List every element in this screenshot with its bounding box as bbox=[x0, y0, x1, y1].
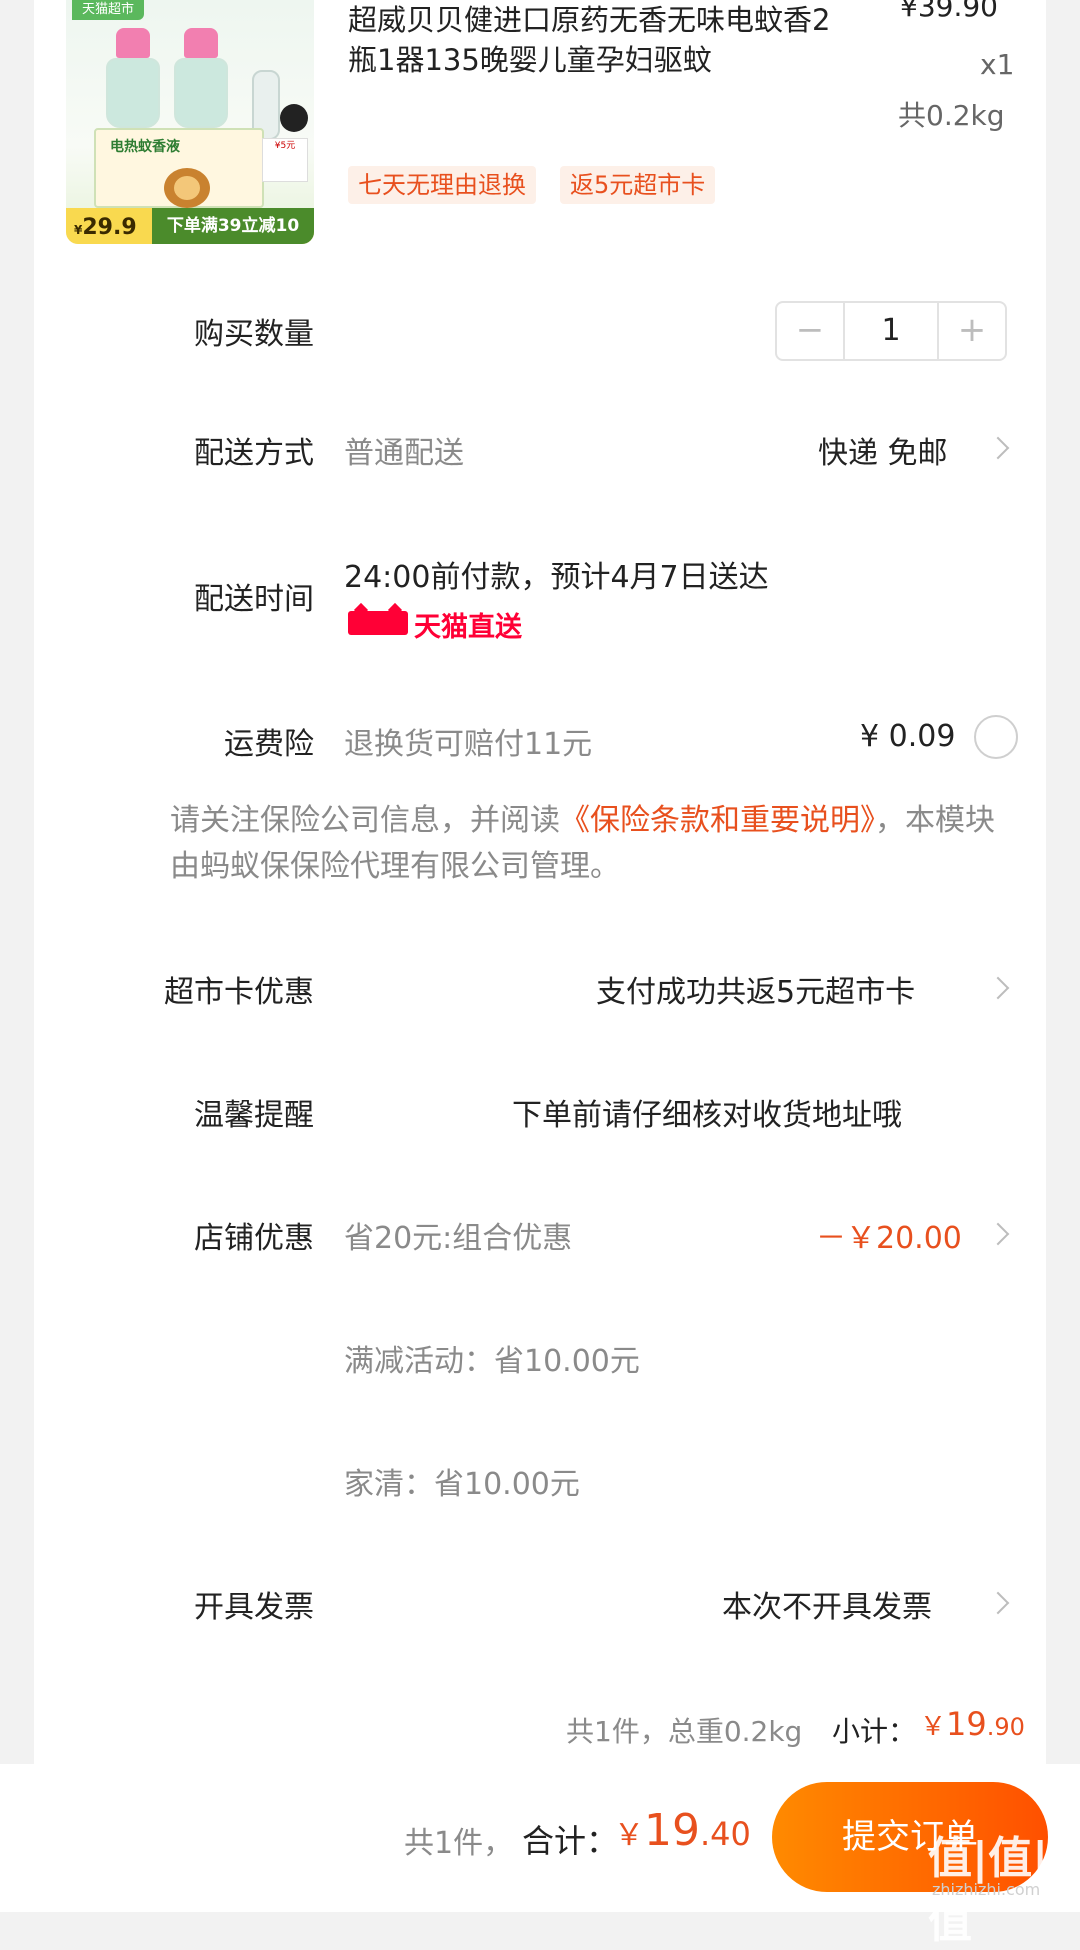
product-title[interactable]: 超威贝贝健进口原药无香无味电蚊香2瓶1器135晚婴儿童孕妇驱蚊 bbox=[348, 0, 848, 80]
tmall-direct-text: 天猫直送 bbox=[414, 612, 522, 643]
return-policy-tag: 七天无理由退换 bbox=[348, 166, 536, 204]
quantity-stepper: − 1 + bbox=[775, 301, 1007, 361]
quantity-input[interactable]: 1 bbox=[843, 303, 939, 359]
delivery-method-label: 配送方式 bbox=[194, 436, 314, 471]
discount-detail: 家清：省10.00元 bbox=[344, 1467, 580, 1502]
promo-bar: ¥29.9 下单满39立减10 bbox=[66, 208, 314, 244]
footer-count: 共1件， bbox=[404, 1826, 514, 1861]
order-summary: 共1件，总重0.2kg bbox=[566, 1715, 803, 1748]
product-price: ¥39.90 bbox=[900, 0, 998, 23]
insurance-terms-link[interactable]: 《保险条款和重要说明》 bbox=[560, 803, 875, 838]
watermark-url: zhizhizhi.com bbox=[932, 1880, 1041, 1899]
bottle-image bbox=[174, 58, 228, 128]
product-box-text: 电热蚊香液 bbox=[110, 139, 180, 155]
promo-price: ¥29.9 bbox=[74, 215, 137, 240]
shipping-insurance-value: 退换货可赔付11元 bbox=[344, 727, 593, 762]
supermarket-card-value[interactable]: 支付成功共返5元超市卡 bbox=[596, 967, 915, 1011]
insurance-notice: 请关注保险公司信息，并阅读《保险条款和重要说明》，本模块由蚂蚁保保险代理有限公司… bbox=[170, 803, 995, 884]
promo-text: 下单满39立减10 bbox=[152, 208, 314, 244]
reminder-label: 温馨提醒 bbox=[194, 1098, 314, 1133]
delivery-method-value: 普通配送 bbox=[344, 436, 464, 471]
bottle-cap-image bbox=[116, 28, 150, 58]
subtotal-label: 小计： bbox=[832, 1715, 917, 1748]
delivery-time-label: 配送时间 bbox=[194, 582, 314, 617]
shipping-insurance-price: ¥ 0.09 bbox=[860, 719, 956, 754]
tmall-logo-icon bbox=[348, 611, 408, 635]
product-quantity: x1 bbox=[980, 48, 1015, 81]
lion-face-icon bbox=[174, 176, 200, 200]
store-discount-amount[interactable]: －￥20.00 bbox=[816, 1213, 962, 1257]
shipping-insurance-label: 运费险 bbox=[224, 727, 314, 762]
tmall-cat-icon bbox=[280, 104, 308, 132]
invoice-label: 开具发票 bbox=[194, 1590, 314, 1625]
discount-detail: 满减活动：省10.00元 bbox=[344, 1344, 640, 1379]
footer-total-amount: ￥19.40 bbox=[614, 1805, 751, 1856]
plus-button[interactable]: + bbox=[939, 303, 1005, 359]
supermarket-card-tag: 返5元超市卡 bbox=[560, 166, 716, 204]
store-discount-value: 省20元:组合优惠 bbox=[344, 1221, 573, 1256]
delivery-option[interactable]: 快递 免邮 bbox=[818, 428, 948, 472]
delivery-time-value: 24:00前付款，预计4月7日送达 bbox=[344, 560, 769, 595]
footer-total-label: 合计： bbox=[522, 1822, 619, 1860]
bottle-cap-image bbox=[184, 28, 218, 58]
minus-button[interactable]: − bbox=[777, 303, 843, 359]
invoice-value[interactable]: 本次不开具发票 bbox=[722, 1582, 932, 1626]
store-discount-label: 店铺优惠 bbox=[194, 1221, 314, 1256]
reminder-value: 下单前请仔细核对收货地址哦 bbox=[512, 1098, 902, 1133]
bottle-image bbox=[106, 58, 160, 128]
supermarket-card-image: ¥5元 bbox=[262, 138, 308, 182]
product-image[interactable]: 天猫超市 电热蚊香液 ¥5元 ¥29.9 下单满39立减10 bbox=[66, 0, 314, 244]
tmall-supermarket-tag: 天猫超市 bbox=[72, 0, 145, 20]
product-weight: 共0.2kg bbox=[898, 99, 1005, 132]
insurance-radio[interactable] bbox=[974, 715, 1018, 759]
supermarket-card-label: 超市卡优惠 bbox=[164, 975, 314, 1010]
quantity-label: 购买数量 bbox=[194, 317, 314, 352]
subtotal-amount: ￥19.90 bbox=[920, 1705, 1025, 1743]
